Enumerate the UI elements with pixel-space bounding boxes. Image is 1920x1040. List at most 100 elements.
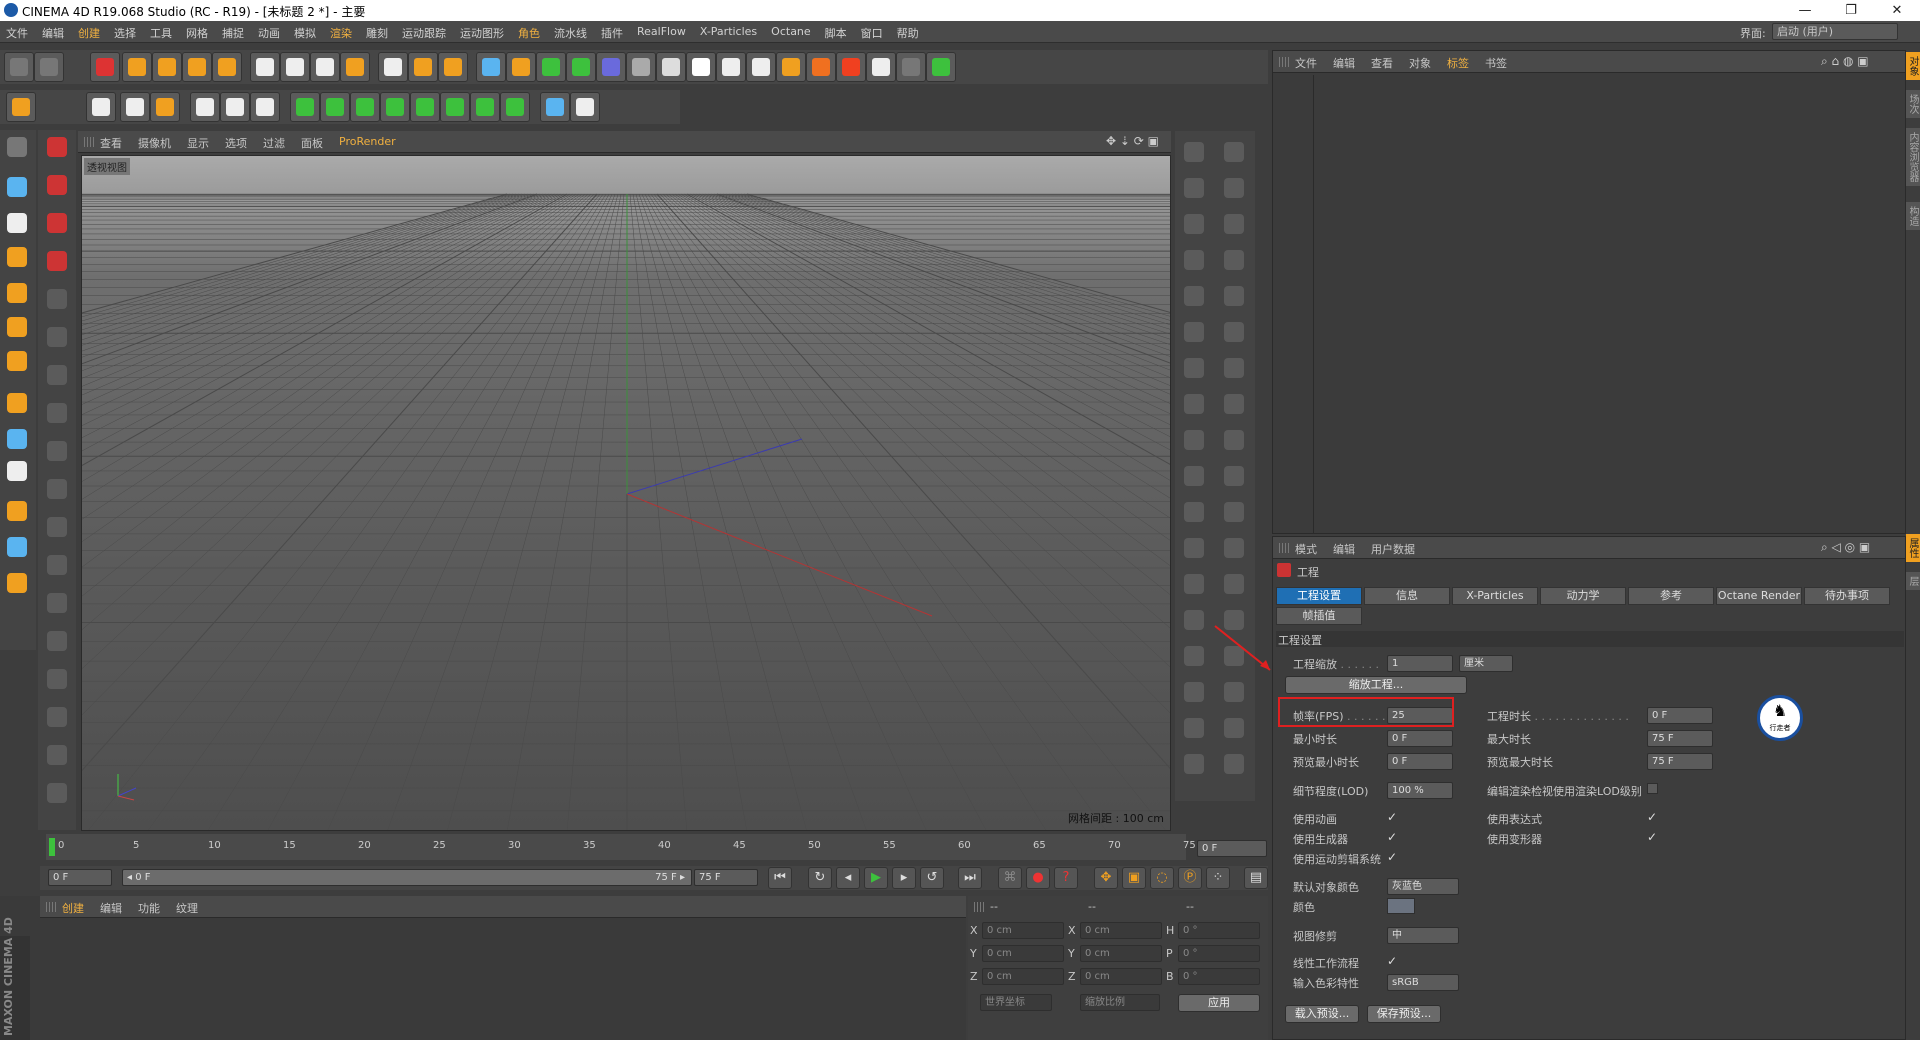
tool-slot-icon-8[interactable] xyxy=(40,434,74,468)
knife-icon[interactable] xyxy=(86,92,116,122)
menu-item-7[interactable]: 动画 xyxy=(258,25,280,41)
palette-icon-0-16[interactable] xyxy=(1177,711,1211,745)
polygon-pen-icon[interactable] xyxy=(190,92,220,122)
sphere-green-icon[interactable] xyxy=(380,92,410,122)
octane-icon[interactable] xyxy=(866,52,896,82)
palette-icon-1-17[interactable] xyxy=(1217,747,1251,781)
scale-unit-select[interactable]: 厘米 xyxy=(1459,655,1513,672)
tab-0[interactable]: 工程设置 xyxy=(1276,587,1362,605)
palette-icon-0-6[interactable] xyxy=(1177,351,1211,385)
view-clipping-select[interactable]: 中 xyxy=(1387,927,1459,944)
coord-system-icon[interactable] xyxy=(340,52,370,82)
spline-icon[interactable] xyxy=(410,92,440,122)
material-menu-item-0[interactable]: 创建 xyxy=(62,900,84,916)
linear-workflow-checkbox[interactable]: ✓ xyxy=(1387,955,1399,967)
project-scale-field[interactable]: 1 xyxy=(1387,655,1453,672)
range-slider[interactable]: ◂ 0 F 75 F ▸ xyxy=(122,869,692,886)
tool-slot-icon-2[interactable] xyxy=(40,206,74,240)
coord-value-field[interactable]: 0 ° xyxy=(1178,945,1260,962)
psr-icon[interactable] xyxy=(896,52,926,82)
palette-icon-1-3[interactable] xyxy=(1217,243,1251,277)
world-coords-select[interactable]: 世界坐标 xyxy=(980,994,1052,1011)
object-menu-item-2[interactable]: 查看 xyxy=(1371,55,1393,71)
menu-item-5[interactable]: 网格 xyxy=(186,25,208,41)
material-menu-item-1[interactable]: 编辑 xyxy=(100,900,122,916)
workplane-lock-icon[interactable] xyxy=(0,566,34,600)
xp-export-icon[interactable] xyxy=(836,52,866,82)
record-icon[interactable]: ● xyxy=(1026,867,1050,889)
object-menu-item-4[interactable]: 标签 xyxy=(1447,55,1469,71)
tool-slot-icon-5[interactable] xyxy=(40,320,74,354)
palette-icon-1-4[interactable] xyxy=(1217,279,1251,313)
palette-icon-1-11[interactable] xyxy=(1217,531,1251,565)
bridge-icon[interactable] xyxy=(220,92,250,122)
coord-value-field[interactable]: 0 cm xyxy=(982,968,1064,985)
effector-icon[interactable] xyxy=(570,92,600,122)
cube-icon[interactable] xyxy=(476,52,506,82)
coord-value-field[interactable]: 0 ° xyxy=(1178,968,1260,985)
palette-icon-1-0[interactable] xyxy=(1217,135,1251,169)
polygon-mode-icon[interactable] xyxy=(0,344,34,378)
playhead[interactable] xyxy=(49,838,55,856)
palette-icon-0-4[interactable] xyxy=(1177,279,1211,313)
z-axis-icon[interactable] xyxy=(310,52,340,82)
select-icon[interactable] xyxy=(90,52,120,82)
menu-item-17[interactable]: X-Particles xyxy=(700,25,757,41)
key-rotate-icon[interactable]: ◌ xyxy=(1150,867,1174,889)
move-icon[interactable] xyxy=(122,52,152,82)
palette-icon-1-15[interactable] xyxy=(1217,675,1251,709)
tweak-icon[interactable] xyxy=(0,422,34,456)
floor-icon[interactable] xyxy=(626,52,656,82)
coord-value-field[interactable]: 0 cm xyxy=(1080,968,1162,985)
side-tab2-0[interactable]: 属性 xyxy=(1906,534,1920,562)
use-generators-checkbox[interactable]: ✓ xyxy=(1387,831,1399,843)
menu-item-9[interactable]: 渲染 xyxy=(330,25,352,41)
palette-icon-0-0[interactable] xyxy=(1177,135,1211,169)
viewport-menu-item-3[interactable]: 选项 xyxy=(225,135,247,151)
go-start-icon[interactable]: ⏮ xyxy=(768,867,792,889)
model-mode-icon[interactable] xyxy=(0,130,34,164)
use-animation-checkbox[interactable]: ✓ xyxy=(1387,811,1399,823)
menu-item-15[interactable]: 插件 xyxy=(601,25,623,41)
tool-slot-icon-0[interactable] xyxy=(40,130,74,164)
use-deformers-checkbox[interactable]: ✓ xyxy=(1647,831,1659,843)
x-axis-icon[interactable] xyxy=(250,52,280,82)
palette-icon-1-8[interactable] xyxy=(1217,423,1251,457)
tab-1[interactable]: 信息 xyxy=(1364,587,1450,605)
bevel-icon[interactable] xyxy=(290,92,320,122)
side-tab-0[interactable]: 对象 xyxy=(1906,52,1920,80)
tool-slot-icon-15[interactable] xyxy=(40,700,74,734)
xp-modifier-icon[interactable] xyxy=(776,52,806,82)
color-swatch[interactable] xyxy=(1387,898,1415,914)
coord-value-field[interactable]: 0 cm xyxy=(982,922,1064,939)
palette-icon-0-3[interactable] xyxy=(1177,243,1211,277)
perspective-viewport[interactable]: 透视视图 网格间距 : 100 cm xyxy=(81,155,1171,831)
light-icon[interactable] xyxy=(686,52,716,82)
menu-item-4[interactable]: 工具 xyxy=(150,25,172,41)
current-frame-field[interactable]: 0 F xyxy=(1197,840,1267,857)
coord-value-field[interactable]: 0 ° xyxy=(1178,922,1260,939)
tool-slot-icon-12[interactable] xyxy=(40,586,74,620)
object-mode-icon[interactable] xyxy=(0,170,34,204)
menu-item-19[interactable]: 脚本 xyxy=(825,25,847,41)
use-motion-system-checkbox[interactable]: ✓ xyxy=(1387,851,1399,863)
tool-slot-icon-4[interactable] xyxy=(40,282,74,316)
viewport-menu-item-4[interactable]: 过滤 xyxy=(263,135,285,151)
text-icon[interactable] xyxy=(440,92,470,122)
palette-icon-0-17[interactable] xyxy=(1177,747,1211,781)
grid-snap-icon[interactable] xyxy=(0,530,34,564)
xp-emitter-icon[interactable] xyxy=(716,52,746,82)
palette-icon-0-15[interactable] xyxy=(1177,675,1211,709)
tool-slot-icon-14[interactable] xyxy=(40,662,74,696)
render-view-icon[interactable] xyxy=(378,52,408,82)
tab-frame-interp[interactable]: 帧插值 xyxy=(1276,607,1362,625)
palette-icon-0-7[interactable] xyxy=(1177,387,1211,421)
palette-icon-1-16[interactable] xyxy=(1217,711,1251,745)
tool-slot-icon-1[interactable] xyxy=(40,168,74,202)
next-frame-icon[interactable]: ▸ xyxy=(892,867,916,889)
palette-icon-0-1[interactable] xyxy=(1177,171,1211,205)
palette-icon-0-2[interactable] xyxy=(1177,207,1211,241)
menu-item-6[interactable]: 捕捉 xyxy=(222,25,244,41)
scale-icon[interactable] xyxy=(152,52,182,82)
min-time-field[interactable]: 0 F xyxy=(1387,730,1453,747)
